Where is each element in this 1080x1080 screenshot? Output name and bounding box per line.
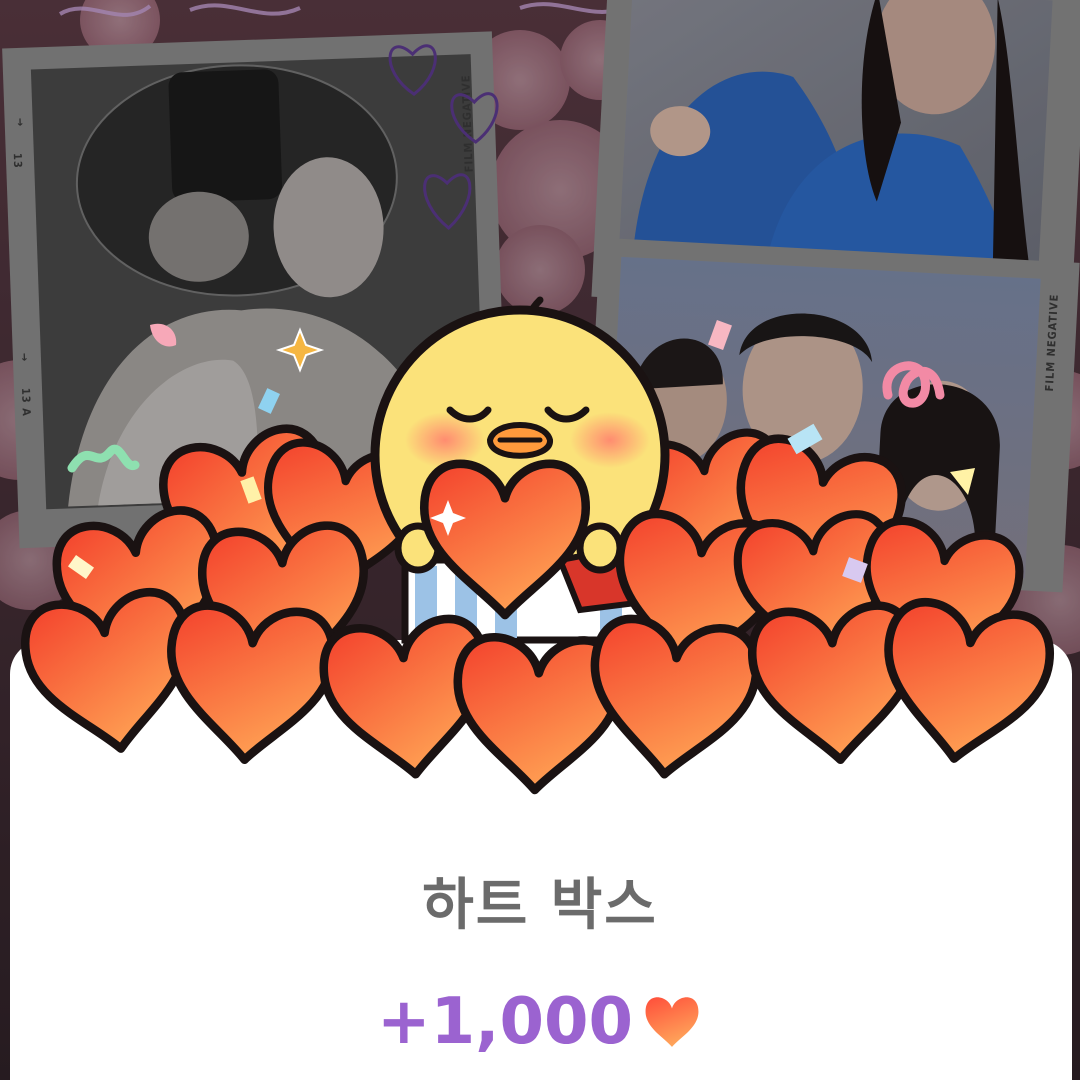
reward-amount: +1,000 <box>376 985 634 1059</box>
heart-icon <box>164 603 336 765</box>
reward-title: 하트 박스 <box>422 873 658 938</box>
sparkle-icon <box>275 327 325 373</box>
reward-amount-row: +1,000 <box>0 982 1080 1062</box>
heart-icon <box>874 598 1055 770</box>
reward-popup-screen: FILM NEGATIVE → 13 → 13 A → <box>0 0 1080 1080</box>
heart-icon <box>645 997 699 1047</box>
heart-icon <box>584 615 760 782</box>
